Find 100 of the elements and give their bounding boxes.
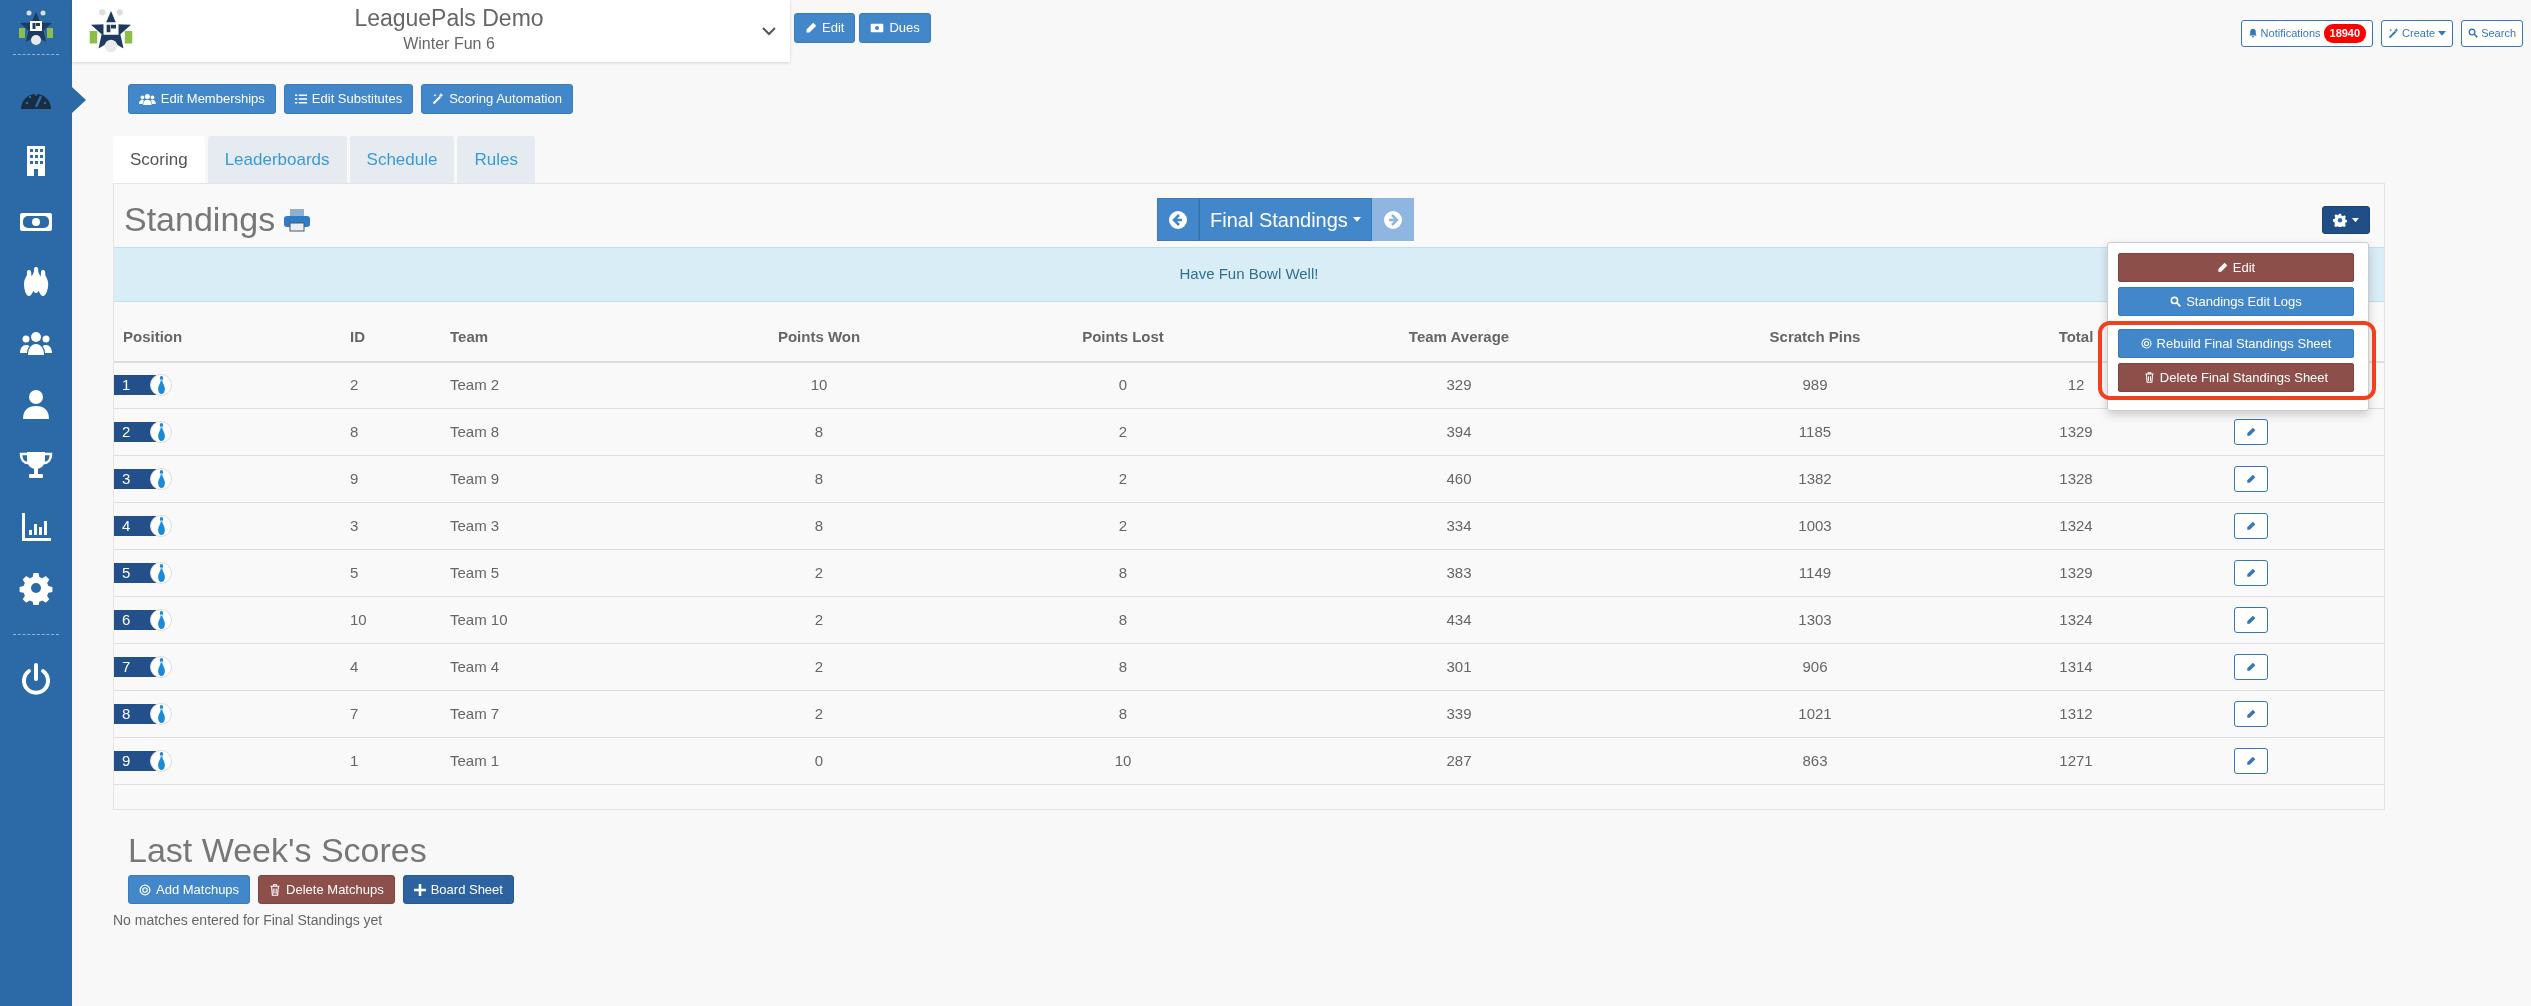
edit-row-button[interactable] [2234, 513, 2268, 540]
pencil-icon [2216, 262, 2228, 274]
league-selector[interactable]: LeaguePals Demo Winter Fun 6 [72, 0, 790, 62]
edit-row-button[interactable] [2234, 419, 2268, 446]
table-cell: 1314 [2059, 657, 2093, 675]
edit-memberships-button[interactable]: Edit Memberships [128, 84, 276, 114]
table-cell: 1324 [2059, 516, 2093, 534]
table-cell: Team 9 [450, 469, 500, 487]
table-cell: 4 [350, 657, 359, 675]
pencil-icon [2246, 568, 2256, 579]
board-sheet-button[interactable]: Board Sheet [402, 874, 514, 905]
caret-icon [2352, 217, 2359, 222]
pencil-icon [2246, 709, 2256, 720]
table-cell: 1329 [2059, 422, 2093, 440]
table-cell: 2 [350, 376, 359, 394]
edit-row-button[interactable] [2234, 701, 2268, 728]
table-cell: 394 [1446, 422, 1472, 440]
table-cell: 334 [1446, 516, 1472, 534]
empty-message: No matches entered for Final Standings yet [113, 911, 384, 931]
table-cell: 1382 [1798, 469, 1832, 487]
delete-sheet-button[interactable]: Delete Final Standings Sheet [2118, 363, 2354, 393]
rebuild-sheet-button[interactable]: Rebuild Final Standings Sheet [2118, 329, 2354, 359]
table-cell: 2 [814, 563, 824, 581]
table-cell: 10 [1114, 751, 1132, 769]
dues-button[interactable]: Dues [859, 13, 931, 43]
app-logo [16, 8, 56, 48]
table-cell: 9 [350, 469, 359, 487]
edit-button[interactable]: Edit [2118, 253, 2354, 283]
table-cell: 906 [1802, 657, 1828, 675]
table-cell: 12 [2067, 376, 2085, 394]
edit-substitutes-button[interactable]: Edit Substitutes [283, 84, 414, 114]
settings-dropdown-button[interactable] [2322, 205, 2370, 234]
table-cell: Team 3 [450, 516, 500, 534]
edit-row-button[interactable] [2234, 654, 2268, 681]
settings-icon[interactable] [19, 570, 53, 605]
column-header: Team Average [1408, 328, 1510, 346]
tab[interactable]: Scoring [113, 135, 205, 184]
edit-row-button[interactable] [2234, 466, 2268, 493]
magic-wand-icon [432, 92, 445, 105]
edit-row-button[interactable] [2234, 560, 2268, 587]
scoring-automation-button[interactable]: Scoring Automation [421, 84, 573, 114]
table-cell: 1324 [2059, 610, 2093, 628]
league-title: LeaguePals Demo [353, 6, 545, 32]
plus-icon [413, 883, 426, 896]
table-cell: Team 8 [450, 422, 500, 440]
banknote-icon [870, 22, 885, 33]
table-cell: 1303 [1798, 610, 1832, 628]
table-cell: 1328 [2059, 469, 2093, 487]
tab[interactable]: Rules [457, 135, 535, 184]
trash-icon [269, 883, 282, 896]
table-cell: 0 [1118, 376, 1128, 394]
table-cell: Team 1 [450, 751, 500, 769]
tab[interactable]: Schedule [349, 135, 455, 184]
magic-wand-icon [2388, 27, 2400, 39]
table-cell: 8 [1118, 610, 1128, 628]
table-cell: Team 10 [450, 610, 508, 628]
caret-icon [1352, 217, 1361, 222]
edit-logs-button[interactable]: Standings Edit Logs [2118, 287, 2354, 317]
pencil-icon [2246, 427, 2256, 438]
search-button[interactable]: Search [2461, 20, 2523, 47]
table-cell: 8 [1118, 657, 1128, 675]
table-cell: 10 [350, 610, 367, 628]
table-cell: 7 [350, 704, 359, 722]
notifications-button[interactable]: Notifications 18940 [2240, 20, 2374, 47]
column-header: ID [350, 328, 365, 346]
column-header: Position [123, 328, 183, 346]
table-cell: 3 [350, 516, 359, 534]
previous-button[interactable] [1157, 198, 1199, 242]
table-cell: 10 [810, 376, 828, 394]
table-cell: 1271 [2059, 751, 2093, 769]
table-cell: Team 5 [450, 563, 500, 581]
table-cell: 339 [1446, 704, 1472, 722]
edit-row-button[interactable] [2234, 607, 2268, 634]
section-heading: Last Week's Scores [128, 830, 428, 871]
table-cell: 383 [1446, 563, 1472, 581]
pencil-icon [2246, 521, 2256, 532]
season-name: Winter Fun 6 [402, 33, 496, 54]
settings-icon [2333, 212, 2347, 227]
table-cell: 1185 [1798, 422, 1832, 440]
table-cell: 2 [1118, 516, 1128, 534]
table-cell: Team 2 [450, 376, 500, 394]
column-header: Total [2058, 328, 2094, 346]
table-cell: 329 [1446, 376, 1472, 394]
bell-icon [2247, 28, 2258, 39]
period-dropdown[interactable]: Final Standings [1199, 198, 1372, 242]
pencil-icon [2246, 474, 2256, 485]
table-cell: 0 [814, 751, 824, 769]
edit-button[interactable]: Edit [794, 13, 856, 43]
table-cell: 8 [814, 516, 824, 534]
section-heading: Standings [124, 199, 276, 240]
tab[interactable]: Leaderboards [207, 135, 347, 184]
delete-matchups-button[interactable]: Delete Matchups [258, 874, 395, 905]
create-button[interactable]: Create [2381, 20, 2454, 47]
table-cell: 287 [1446, 751, 1472, 769]
table-cell: 2 [1118, 422, 1128, 440]
add-matchups-button[interactable]: Add Matchups [128, 874, 251, 905]
table-cell: 460 [1446, 469, 1472, 487]
table-cell: 8 [1118, 704, 1128, 722]
edit-row-button[interactable] [2234, 748, 2268, 775]
power-icon[interactable] [19, 662, 53, 697]
